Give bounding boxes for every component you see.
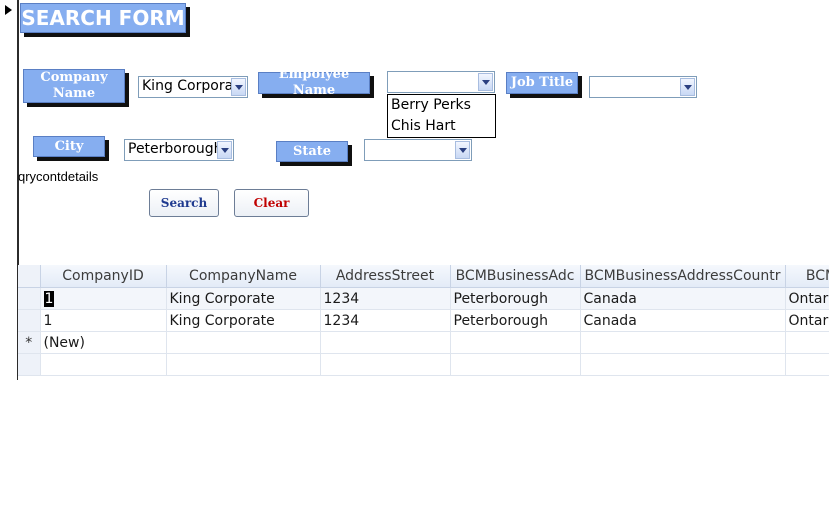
employee-name-label: Empolyee Name bbox=[258, 67, 370, 98]
table-cell[interactable]: Peterborough bbox=[450, 287, 581, 310]
header-row: CompanyID CompanyName AddressStreet BCMB… bbox=[18, 265, 829, 288]
employee-dropdown-list: Berry Perks Chis Hart bbox=[387, 94, 496, 138]
empty-row bbox=[18, 353, 829, 376]
select-all-corner[interactable] bbox=[18, 265, 41, 288]
city-value: Peterborough bbox=[128, 141, 223, 157]
job-title-combo[interactable] bbox=[589, 76, 697, 98]
employee-option[interactable]: Berry Perks bbox=[388, 95, 495, 116]
table-cell[interactable] bbox=[785, 331, 829, 354]
column-header[interactable]: BCM bbox=[785, 265, 829, 288]
employee-name-combo[interactable] bbox=[387, 71, 495, 93]
current-record-arrow-icon bbox=[5, 5, 12, 15]
city-label: City bbox=[33, 136, 105, 157]
table-cell[interactable]: 1234 bbox=[320, 309, 451, 332]
company-name-label: Company Name bbox=[23, 69, 125, 103]
table-cell[interactable]: King Corporate bbox=[166, 309, 321, 332]
city-dropdown-button[interactable] bbox=[217, 141, 232, 159]
company-name-value: King Corporat bbox=[142, 78, 239, 94]
subform-caption: qrycontdetails bbox=[18, 169, 99, 184]
company-dropdown-button[interactable] bbox=[231, 78, 246, 96]
column-header[interactable]: BCMBusinessAdc bbox=[450, 265, 581, 288]
new-record-row[interactable]: * (New) bbox=[18, 331, 829, 354]
cell-cursor: 1 bbox=[43, 290, 55, 307]
row-selector[interactable] bbox=[18, 309, 41, 332]
table-cell[interactable]: Canada bbox=[580, 309, 786, 332]
job-title-dropdown-button[interactable] bbox=[680, 78, 695, 96]
results-table: CompanyID CompanyName AddressStreet BCMB… bbox=[18, 265, 829, 376]
table-cell[interactable] bbox=[166, 331, 321, 354]
form-title: SEARCH FORM bbox=[20, 3, 186, 33]
chevron-down-icon bbox=[220, 147, 229, 153]
table-cell[interactable]: Canada bbox=[580, 287, 786, 310]
table-cell[interactable] bbox=[580, 331, 786, 354]
city-combo[interactable]: Peterborough bbox=[124, 139, 234, 161]
employee-dropdown-button[interactable] bbox=[478, 73, 493, 91]
table-row[interactable]: 1 King Corporate 1234 Peterborough Canad… bbox=[18, 309, 829, 332]
employee-option[interactable]: Chis Hart bbox=[388, 116, 495, 137]
state-dropdown-button[interactable] bbox=[455, 141, 470, 159]
row-selector[interactable] bbox=[18, 287, 41, 310]
table-cell[interactable] bbox=[450, 331, 581, 354]
table-cell[interactable]: 1234 bbox=[320, 287, 451, 310]
table-cell[interactable]: King Corporate bbox=[166, 287, 321, 310]
table-cell[interactable]: 1 bbox=[40, 309, 167, 332]
state-label: State bbox=[276, 141, 348, 162]
company-name-combo[interactable]: King Corporat bbox=[138, 76, 248, 98]
column-header[interactable]: BCMBusinessAddressCountr bbox=[580, 265, 786, 288]
new-record-marker: * bbox=[18, 331, 41, 354]
table-cell[interactable]: Peterborough bbox=[450, 309, 581, 332]
chevron-down-icon bbox=[458, 147, 467, 153]
table-cell[interactable]: Ontari bbox=[785, 309, 829, 332]
column-header[interactable]: CompanyID bbox=[40, 265, 167, 288]
table-cell[interactable] bbox=[320, 331, 451, 354]
table-cell[interactable]: 1 bbox=[40, 287, 167, 310]
table-cell[interactable]: Ontari bbox=[785, 287, 829, 310]
job-title-label: Job Title bbox=[506, 72, 578, 94]
chevron-down-icon bbox=[234, 84, 243, 90]
new-record-cell[interactable]: (New) bbox=[40, 331, 167, 354]
search-button[interactable]: Search bbox=[149, 189, 219, 217]
results-datasheet[interactable]: CompanyID CompanyName AddressStreet BCMB… bbox=[18, 265, 829, 380]
table-row[interactable]: 1 King Corporate 1234 Peterborough Canad… bbox=[18, 287, 829, 310]
column-header[interactable]: AddressStreet bbox=[320, 265, 451, 288]
state-combo[interactable] bbox=[364, 139, 472, 161]
chevron-down-icon bbox=[683, 84, 692, 90]
column-header[interactable]: CompanyName bbox=[166, 265, 321, 288]
row-selector bbox=[18, 353, 41, 376]
chevron-down-icon bbox=[481, 79, 490, 85]
clear-button[interactable]: Clear bbox=[234, 189, 309, 217]
record-selector-strip[interactable] bbox=[0, 0, 19, 380]
